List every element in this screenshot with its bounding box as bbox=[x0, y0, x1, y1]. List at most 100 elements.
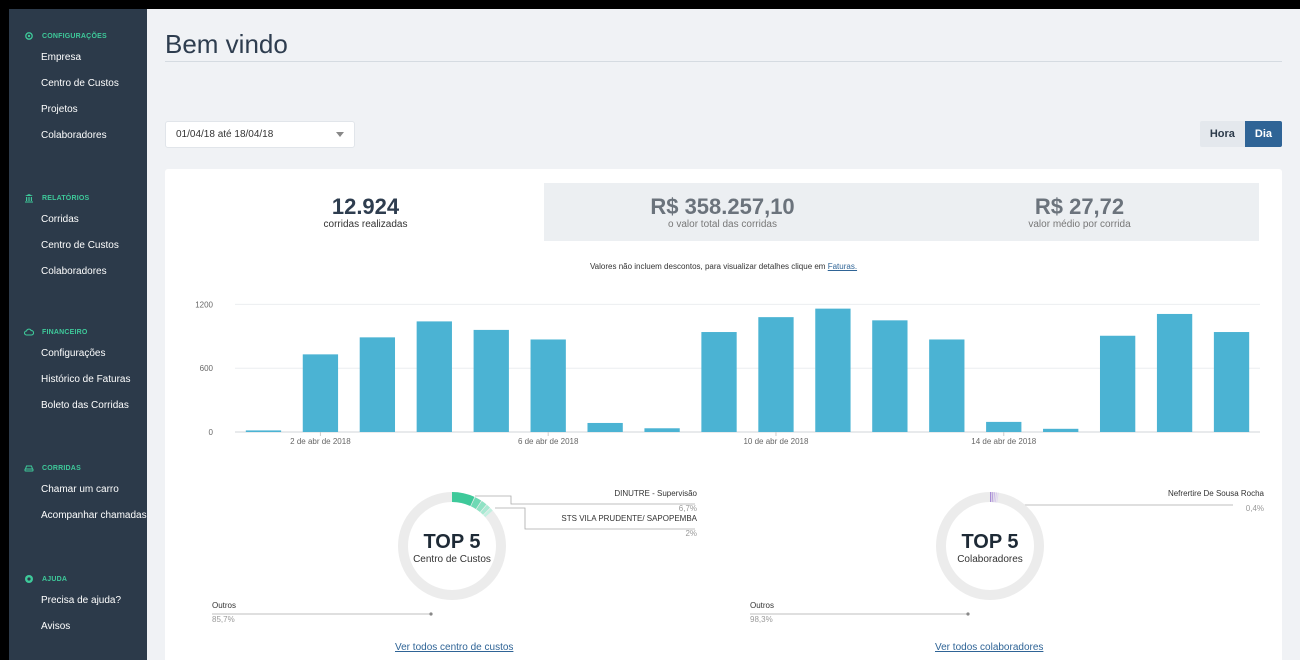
chart-bar[interactable] bbox=[986, 421, 1022, 432]
sidebar-heading-label: CONFIGURAÇÕES bbox=[42, 32, 107, 40]
dia-button[interactable]: Dia bbox=[1244, 121, 1282, 147]
legend-label-sts: STS VILA PRUDENTE/ SAPOPEMBA bbox=[561, 514, 697, 523]
x-tick-label: 10 de abr de 2018 bbox=[743, 437, 808, 446]
chart-bar[interactable] bbox=[416, 321, 452, 432]
sidebar-item-chamar-um-carro[interactable]: Chamar um carro bbox=[9, 477, 147, 503]
donut-subtitle: Colaboradores bbox=[957, 554, 1023, 565]
y-tick-label: 0 bbox=[209, 428, 214, 437]
hora-button[interactable]: Hora bbox=[1199, 121, 1245, 147]
stat-corridas[interactable]: 12.924 corridas realizadas bbox=[187, 183, 544, 241]
sidebar-item-centro-de-custos[interactable]: Centro de Custos bbox=[9, 71, 147, 97]
chart-bar[interactable] bbox=[1213, 332, 1250, 432]
sidebar-heading-label: AJUDA bbox=[42, 575, 68, 583]
stat-label: o valor total das corridas bbox=[668, 218, 777, 230]
sidebar-item-configuracoes[interactable]: Configurações bbox=[9, 341, 147, 367]
legend-pct-outros-centro: 85,7% bbox=[212, 615, 235, 624]
x-tick-label: 2 de abr de 2018 bbox=[290, 437, 351, 446]
legend-label-outros-centro: Outros bbox=[212, 601, 237, 610]
stat-value: R$ 27,72 bbox=[1034, 193, 1125, 219]
rides-bar-chart: 0 600 1200 2 de abr de 2018 6 de abr de 2018… bbox=[195, 300, 1260, 446]
sidebar-section-financeiro: FINANCEIRO Configurações Histórico de Fa… bbox=[9, 323, 147, 419]
legend-pct-sts: 2% bbox=[685, 529, 697, 538]
donut-colab-title: TOP 5 Colaboradores bbox=[920, 531, 1060, 565]
page-title: Bem vindo bbox=[165, 29, 288, 59]
sidebar-heading-label: CORRIDAS bbox=[42, 464, 81, 472]
chart-bar[interactable] bbox=[872, 320, 908, 432]
discount-note-text: Valores não incluem descontos, para visu… bbox=[589, 262, 826, 271]
chart-bar[interactable] bbox=[644, 428, 680, 432]
sidebar-item-precisa-de-ajuda[interactable]: Precisa de ajuda? bbox=[9, 588, 147, 614]
donut-slice[interactable] bbox=[483, 508, 493, 518]
sidebar-heading: RELATÓRIOS bbox=[9, 189, 147, 207]
chart-bar[interactable] bbox=[530, 339, 566, 432]
legend-label-outros-colab: Outros bbox=[750, 601, 775, 610]
bank-icon bbox=[24, 193, 34, 203]
faturas-link[interactable]: Faturas. bbox=[828, 262, 857, 271]
stat-value: R$ 358.257,10 bbox=[650, 193, 795, 219]
x-tick-label: 6 de abr de 2018 bbox=[518, 437, 579, 446]
legend-pct-dinutre: 6,7% bbox=[678, 504, 697, 513]
sidebar-heading: CONFIGURAÇÕES bbox=[9, 27, 147, 45]
sidebar-item-relatorio-colaboradores[interactable]: Colaboradores bbox=[9, 259, 147, 285]
ver-todos-colaboradores-link[interactable]: Ver todos colaboradores bbox=[935, 642, 1043, 653]
sidebar-item-boleto-das-corridas[interactable]: Boleto das Corridas bbox=[9, 393, 147, 419]
sidebar-item-empresa[interactable]: Empresa bbox=[9, 45, 147, 71]
chart-bar[interactable] bbox=[587, 422, 623, 432]
chart-bar[interactable] bbox=[473, 329, 509, 432]
chart-bar[interactable] bbox=[302, 354, 339, 432]
y-tick-label: 600 bbox=[200, 364, 214, 373]
granularity-toggle: Hora Dia bbox=[1199, 121, 1282, 147]
gear-icon bbox=[24, 31, 34, 41]
donut-subtitle: Centro de Custos bbox=[413, 554, 491, 565]
stat-valor-total[interactable]: R$ 358.257,10 o valor total das corridas bbox=[544, 183, 901, 241]
legend-label-nefrertire: Nefrertire De Sousa Rocha bbox=[1167, 489, 1264, 498]
chart-bar[interactable] bbox=[1156, 313, 1193, 432]
leader-dot-outros-centro bbox=[429, 612, 433, 616]
chart-bar[interactable] bbox=[245, 430, 282, 432]
donut-slice[interactable] bbox=[451, 492, 475, 507]
chart-bar[interactable] bbox=[1099, 335, 1136, 432]
stat-valor-medio[interactable]: R$ 27,72 valor médio por corrida bbox=[901, 183, 1258, 241]
ver-todos-centro-link[interactable]: Ver todos centro de custos bbox=[395, 642, 513, 653]
chart-bar[interactable] bbox=[1043, 428, 1079, 432]
stat-value: 12.924 bbox=[331, 193, 400, 219]
sidebar-item-colaboradores[interactable]: Colaboradores bbox=[9, 123, 147, 149]
donut-slice[interactable] bbox=[480, 504, 491, 515]
sidebar-heading: FINANCEIRO bbox=[9, 323, 147, 341]
cloud-icon bbox=[24, 327, 34, 337]
legend-label-dinutre: DINUTRE - Supervisão bbox=[614, 489, 697, 498]
stats-tabs: 12.924 corridas realizadas R$ 358.257,10… bbox=[187, 183, 1259, 241]
donut-slice[interactable] bbox=[476, 501, 487, 513]
discount-note: Valores não incluem descontos, para visu… bbox=[165, 262, 1282, 271]
chart-bar[interactable] bbox=[758, 317, 794, 432]
main-content: Bem vindo 01/04/18 até 18/04/18 Hora Dia… bbox=[147, 9, 1300, 660]
sidebar-section-corridas: CORRIDAS Chamar um carro Acompanhar cham… bbox=[9, 459, 147, 529]
sidebar-item-projetos[interactable]: Projetos bbox=[9, 97, 147, 123]
legend-pct-nefrertire: 0,4% bbox=[1245, 504, 1264, 513]
sidebar-section-configuracoes: CONFIGURAÇÕES Empresa Centro de Custos P… bbox=[9, 27, 147, 149]
chart-bar[interactable] bbox=[815, 308, 851, 432]
lifebuoy-icon bbox=[24, 574, 34, 584]
sidebar-item-acompanhar-chamadas[interactable]: Acompanhar chamadas bbox=[9, 503, 147, 529]
title-divider bbox=[165, 61, 1282, 62]
date-range-select[interactable]: 01/04/18 até 18/04/18 bbox=[165, 121, 355, 148]
chart-bar[interactable] bbox=[359, 337, 396, 432]
chart-bar[interactable] bbox=[701, 332, 737, 432]
stat-label: valor médio por corrida bbox=[1028, 218, 1131, 230]
donut-title: TOP 5 bbox=[961, 531, 1019, 553]
sidebar-item-relatorio-centro-de-custos[interactable]: Centro de Custos bbox=[9, 233, 147, 259]
sidebar-heading: CORRIDAS bbox=[9, 459, 147, 477]
date-range-value: 01/04/18 até 18/04/18 bbox=[176, 129, 274, 140]
sidebar-item-corridas[interactable]: Corridas bbox=[9, 207, 147, 233]
stat-label: corridas realizadas bbox=[323, 218, 408, 230]
chart-bar[interactable] bbox=[929, 339, 965, 432]
sidebar-section-ajuda: AJUDA Precisa de ajuda? Avisos bbox=[9, 570, 147, 640]
leader-dot-outros-colab bbox=[966, 612, 970, 616]
dashboard-card: 12.924 corridas realizadas R$ 358.257,10… bbox=[165, 169, 1282, 660]
y-tick-label: 1200 bbox=[195, 300, 213, 309]
sidebar-section-relatorios: RELATÓRIOS Corridas Centro de Custos Col… bbox=[9, 189, 147, 285]
sidebar-item-avisos[interactable]: Avisos bbox=[9, 614, 147, 640]
sidebar-heading: AJUDA bbox=[9, 570, 147, 588]
donut-slice[interactable] bbox=[470, 497, 482, 510]
sidebar-item-historico-de-faturas[interactable]: Histórico de Faturas bbox=[9, 367, 147, 393]
